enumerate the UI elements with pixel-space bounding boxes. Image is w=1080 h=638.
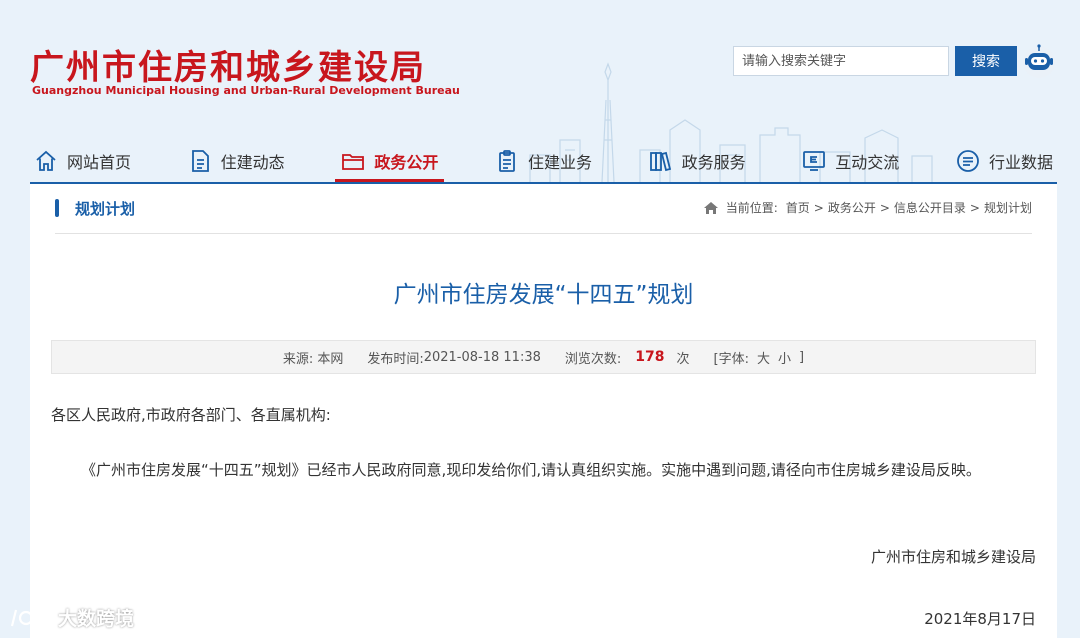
watermark-text: 大数跨境 <box>58 608 135 630</box>
breadcrumb-catalog-link[interactable]: 信息公开目录 <box>894 199 966 216</box>
site-logo-subtitle: Guangzhou Municipal Housing and Urban-Ru… <box>32 84 460 97</box>
document-icon <box>188 149 212 173</box>
breadcrumb-prefix: 当前位置: <box>725 201 778 215</box>
breadcrumb-gov-affairs-link[interactable]: 政务公开 <box>828 199 876 216</box>
font-size-label: [字体: <box>713 351 749 367</box>
breadcrumb-home-link[interactable]: 首页 <box>786 199 810 216</box>
folder-icon <box>341 149 365 173</box>
watermark: 大数跨境 <box>8 604 134 631</box>
site-logo-title[interactable]: 广州市住房和城乡建设局 <box>30 40 426 89</box>
nav-label: 互动交流 <box>835 153 900 172</box>
message-icon <box>956 149 980 173</box>
source-label: 来源: <box>282 351 314 367</box>
chat-e-icon <box>802 149 826 173</box>
nav-label: 行业数据 <box>988 153 1053 172</box>
publish-time-label: 发布时间: <box>367 351 424 367</box>
breadcrumb-separator: > <box>813 200 824 215</box>
views-unit: 次 <box>676 351 690 367</box>
font-size-close: ] <box>799 349 805 365</box>
robot-assistant-icon[interactable] <box>1021 43 1057 79</box>
breadcrumb-separator: > <box>969 200 980 215</box>
publish-time-value: 2021-08-18 11:38 <box>423 349 541 365</box>
nav-item-interaction[interactable]: 互动交流 <box>798 140 903 182</box>
section-title: 规划计划 <box>75 199 136 218</box>
home-icon <box>703 200 719 216</box>
nav-item-business[interactable]: 住建业务 <box>491 140 596 182</box>
nav-item-home[interactable]: 网站首页 <box>30 140 135 182</box>
home-icon <box>34 149 58 173</box>
clipboard-icon <box>495 149 519 173</box>
source-value: 本网 <box>317 351 344 367</box>
nav-label: 网站首页 <box>67 153 132 172</box>
nav-label: 住建动态 <box>220 153 285 172</box>
breadcrumb: 当前位置: 首页 > 政务公开 > 信息公开目录 > 规划计划 <box>703 199 1032 216</box>
search-button[interactable]: 搜索 <box>955 46 1017 76</box>
nav-item-news[interactable]: 住建动态 <box>184 140 289 182</box>
section-header: 规划计划 <box>55 198 135 218</box>
nav-label: 政务公开 <box>374 153 439 172</box>
content-panel: 规划计划 当前位置: 首页 > 政务公开 > 信息公开目录 > 规划计划 广州市… <box>30 184 1057 638</box>
font-large-button[interactable]: 大 <box>757 348 770 367</box>
nav-item-industry-data[interactable]: 行业数据 <box>952 140 1057 182</box>
nav-label: 政务服务 <box>681 153 746 172</box>
search-input[interactable] <box>733 46 949 76</box>
main-nav: 网站首页 住建动态 政务公开 住建业务 政务服务 互动交流 行业数据 <box>30 140 1057 182</box>
views-label: 浏览次数: <box>564 351 622 367</box>
section-divider <box>55 233 1032 234</box>
section-marker <box>55 199 59 217</box>
watermark-logo-icon <box>8 606 52 630</box>
nav-item-services[interactable]: 政务服务 <box>645 140 750 182</box>
breadcrumb-current[interactable]: 规划计划 <box>984 199 1032 216</box>
article-greeting: 各区人民政府,市政府各部门、各直属机构: <box>51 406 331 424</box>
article-signature: 广州市住房和城乡建设局 <box>870 548 1036 566</box>
nav-label: 住建业务 <box>527 153 592 172</box>
article-meta: 来源: 本网 发布时间: 2021-08-18 11:38 浏览次数: 178 … <box>51 340 1036 374</box>
views-count: 178 <box>635 349 665 365</box>
breadcrumb-separator: > <box>879 200 890 215</box>
article-body: 《广州市住房发展“十四五”规划》已经市人民政府同意,现印发给你们,请认真组织实施… <box>81 461 981 479</box>
article-title: 广州市住房发展“十四五”规划 <box>393 282 694 308</box>
books-icon <box>649 149 673 173</box>
nav-item-gov-affairs[interactable]: 政务公开 <box>335 140 445 182</box>
font-small-button[interactable]: 小 <box>778 348 791 367</box>
article-date: 2021年8月17日 <box>924 610 1036 628</box>
